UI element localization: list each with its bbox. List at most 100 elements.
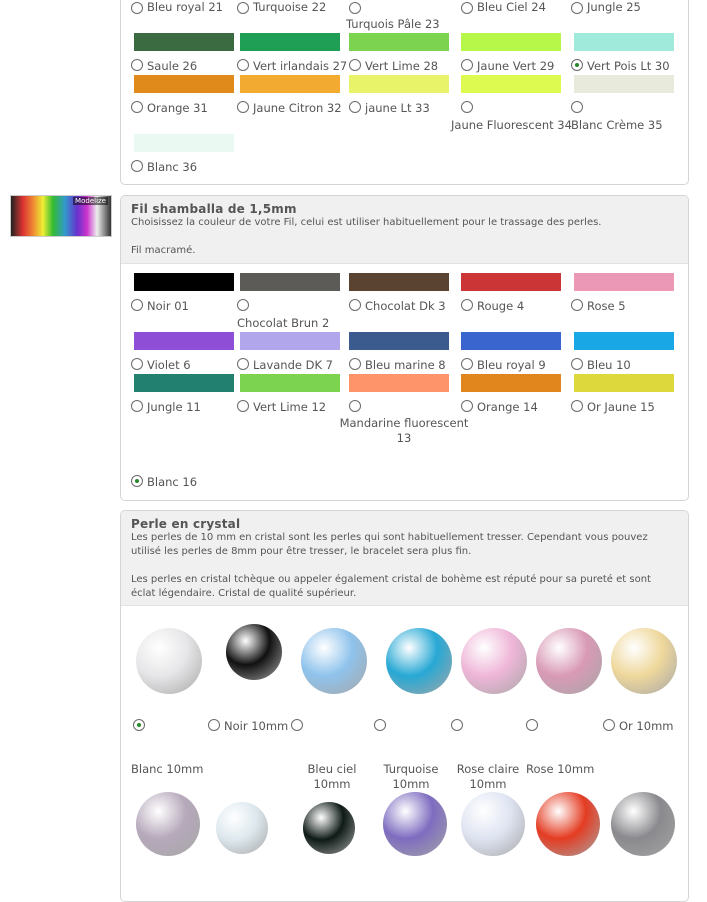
crystal-bead-image-5[interactable] (461, 628, 527, 694)
color-label-33: jaune Lt 33 (365, 101, 430, 115)
thread-swatch-13[interactable] (349, 374, 449, 392)
color-label-27: Vert irlandais 27 (253, 59, 348, 73)
crystal-label-7: Or 10mm (619, 719, 674, 733)
thread-label-16: Blanc 16 (147, 475, 198, 489)
crystal-bead-image-14[interactable] (611, 792, 675, 856)
thread-label-10: Bleu 10 (587, 358, 631, 372)
crystal-bead-image-13[interactable] (536, 792, 600, 856)
swatch-34[interactable] (461, 75, 561, 93)
color-label-36: Blanc 36 (147, 160, 198, 174)
crystal-radio-1[interactable] (133, 719, 145, 731)
radio-25[interactable] (571, 2, 583, 14)
thread-radio-2[interactable] (237, 299, 249, 311)
swatch-27[interactable] (240, 33, 340, 51)
thread-swatch-2[interactable] (240, 273, 340, 291)
thread-radio-6[interactable] (131, 358, 143, 370)
radio-31[interactable] (131, 101, 143, 113)
swatch-31[interactable] (134, 75, 234, 93)
radio-27[interactable] (237, 59, 249, 71)
crystal-bead-image-6[interactable] (536, 628, 602, 694)
thread-radio-3[interactable] (349, 299, 361, 311)
color-label-24: Bleu Ciel 24 (477, 0, 546, 14)
crystal-bead-image-10[interactable] (303, 802, 355, 854)
crystal-bead-image-4[interactable] (386, 628, 452, 694)
swatch-32[interactable] (240, 75, 340, 93)
crystal-bead-image-11[interactable] (383, 792, 447, 856)
thread-label-9: Bleu royal 9 (477, 358, 546, 372)
crystal-radio-4[interactable] (374, 719, 386, 731)
crystal-radio-6[interactable] (526, 719, 538, 731)
crystal-bead-panel: Perle en crystal Les perles de 10 mm en … (120, 510, 689, 902)
radio-23[interactable] (349, 2, 361, 14)
radio-21[interactable] (131, 2, 143, 14)
radio-26[interactable] (131, 59, 143, 71)
thread-color-panel-continued: Bleu royal 21 Turquoise 22 Turquois Pâle 2… (120, 0, 689, 185)
crystal-bead-image-1[interactable] (136, 628, 202, 694)
thread-radio-15[interactable] (571, 400, 583, 412)
thread-swatch-5[interactable] (574, 273, 674, 291)
crystal-radio-3[interactable] (291, 719, 303, 731)
thread-swatch-1[interactable] (134, 273, 234, 291)
thread-swatch-9[interactable] (461, 332, 561, 350)
radio-35[interactable] (571, 101, 583, 113)
thread-radio-4[interactable] (461, 299, 473, 311)
swatch-26[interactable] (134, 33, 234, 51)
crystal-bead-image-3[interactable] (301, 628, 367, 694)
swatch-28[interactable] (349, 33, 449, 51)
thread-label-11: Jungle 11 (147, 400, 201, 414)
thread-label-12: Vert Lime 12 (253, 400, 327, 414)
crystal-bead-image-8[interactable] (136, 792, 200, 856)
color-label-25: Jungle 25 (587, 0, 641, 14)
radio-22[interactable] (237, 2, 249, 14)
radio-32[interactable] (237, 101, 249, 113)
thread-swatch-6[interactable] (134, 332, 234, 350)
radio-33[interactable] (349, 101, 361, 113)
thread-radio-1[interactable] (131, 299, 143, 311)
color-label-34: Jaune Fluorescent 34 (451, 118, 572, 132)
color-label-30: Vert Pois Lt 30 (587, 59, 670, 73)
thread-swatch-4[interactable] (461, 273, 561, 291)
crystal-radio-2[interactable] (208, 719, 220, 731)
swatch-29[interactable] (461, 33, 561, 51)
thread-label-4: Rouge 4 (477, 299, 525, 313)
swatch-36[interactable] (134, 134, 234, 152)
crystal-bead-header: Perle en crystal Les perles de 10 mm en … (121, 511, 688, 606)
thread-radio-5[interactable] (571, 299, 583, 311)
thread-label-14: Orange 14 (477, 400, 538, 414)
product-thumbnail[interactable]: Modelize (10, 195, 112, 237)
radio-24[interactable] (461, 2, 473, 14)
thread-swatch-12[interactable] (240, 374, 340, 392)
thread-radio-12[interactable] (237, 400, 249, 412)
radio-34[interactable] (461, 101, 473, 113)
swatch-30[interactable] (574, 33, 674, 51)
thread-swatch-14[interactable] (461, 374, 561, 392)
thread-swatch-10[interactable] (574, 332, 674, 350)
color-label-28: Vert Lime 28 (365, 59, 439, 73)
radio-30[interactable] (571, 59, 583, 71)
crystal-bead-image-2[interactable] (226, 624, 282, 680)
radio-28[interactable] (349, 59, 361, 71)
thread-radio-8[interactable] (349, 358, 361, 370)
thread-radio-14[interactable] (461, 400, 473, 412)
crystal-radio-7[interactable] (603, 719, 615, 731)
radio-29[interactable] (461, 59, 473, 71)
thread-radio-10[interactable] (571, 358, 583, 370)
thread-radio-13[interactable] (349, 400, 361, 412)
radio-36[interactable] (131, 160, 143, 172)
crystal-radio-5[interactable] (451, 719, 463, 731)
swatch-33[interactable] (349, 75, 449, 93)
crystal-bead-image-12[interactable] (461, 792, 525, 856)
crystal-bead-image-9[interactable] (216, 802, 268, 854)
color-label-29: Jaune Vert 29 (477, 59, 555, 73)
thread-swatch-3[interactable] (349, 273, 449, 291)
thread-swatch-8[interactable] (349, 332, 449, 350)
thread-swatch-11[interactable] (134, 374, 234, 392)
thread-swatch-7[interactable] (240, 332, 340, 350)
thread-radio-16[interactable] (131, 475, 143, 487)
thread-radio-11[interactable] (131, 400, 143, 412)
crystal-bead-image-7[interactable] (611, 628, 677, 694)
thread-radio-7[interactable] (237, 358, 249, 370)
swatch-35[interactable] (574, 75, 674, 93)
thread-radio-9[interactable] (461, 358, 473, 370)
thread-swatch-15[interactable] (574, 374, 674, 392)
